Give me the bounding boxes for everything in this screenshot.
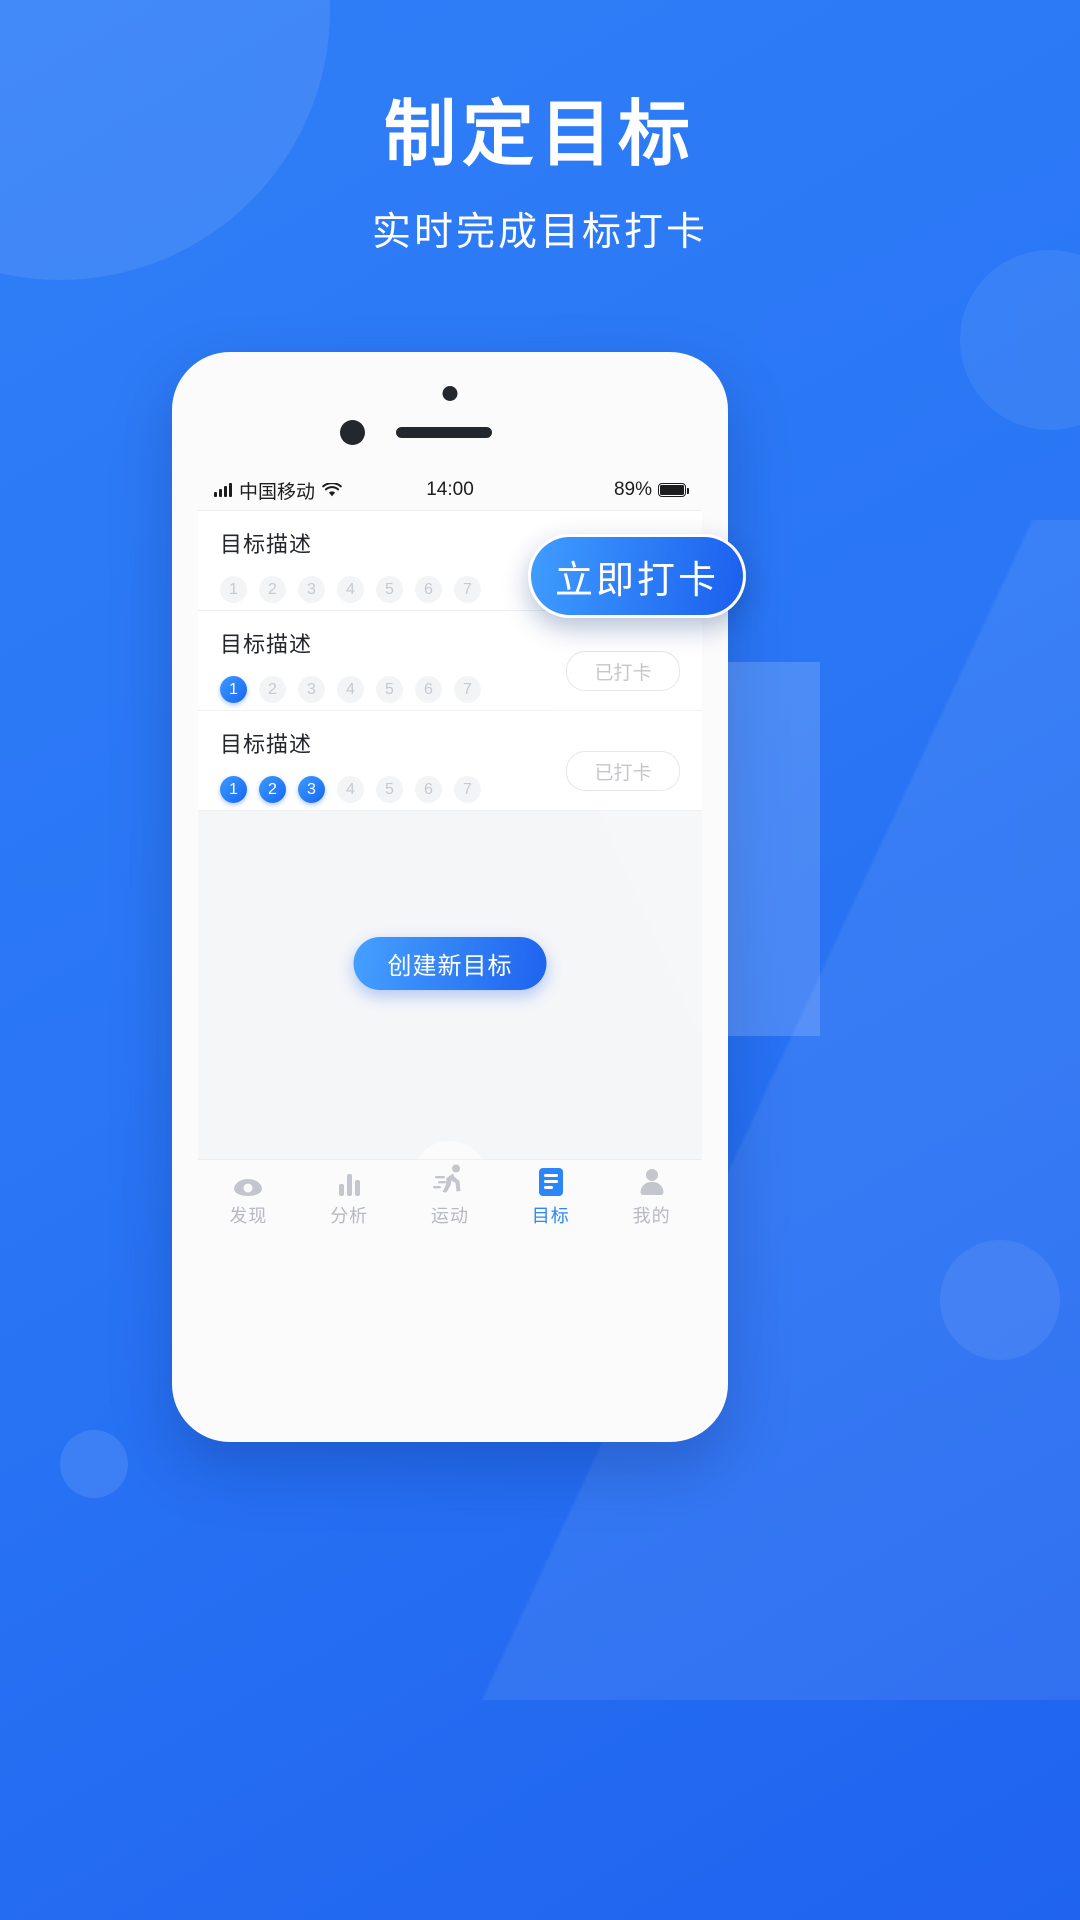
battery-percent-label: 89% bbox=[613, 479, 653, 500]
day-dot[interactable]: 4 bbox=[337, 676, 364, 703]
day-dot[interactable]: 7 bbox=[454, 576, 481, 603]
tab-item-目标[interactable]: 目标 bbox=[500, 1160, 601, 1236]
day-dot[interactable]: 6 bbox=[415, 676, 442, 703]
person-icon bbox=[639, 1168, 665, 1196]
day-dot[interactable]: 5 bbox=[376, 776, 403, 803]
checked-in-badge[interactable]: 已打卡 bbox=[566, 751, 680, 791]
day-dot[interactable]: 6 bbox=[415, 776, 442, 803]
day-dot[interactable]: 5 bbox=[376, 576, 403, 603]
tab-label: 我的 bbox=[632, 1206, 671, 1226]
day-dot[interactable]: 2 bbox=[259, 676, 286, 703]
status-bar-right: 89% bbox=[474, 479, 690, 501]
goal-card[interactable]: 目标描述 1 2 3 4 5 6 7 已打卡 bbox=[198, 611, 702, 711]
bottom-tab-bar: 发现 分析 运动 目标 我的 bbox=[198, 1159, 702, 1236]
decorative-circle-bottom-right bbox=[940, 1240, 1060, 1360]
signal-bars-icon bbox=[214, 483, 232, 497]
day-dot[interactable]: 4 bbox=[337, 776, 364, 803]
page-title: 制定目标 bbox=[383, 95, 696, 175]
day-dot[interactable]: 3 bbox=[298, 676, 325, 703]
tab-item-运动[interactable]: 运动 bbox=[400, 1160, 501, 1236]
promo-header: 制定目标 实时完成目标打卡 bbox=[0, 95, 1080, 257]
day-dot-completed[interactable]: 2 bbox=[259, 776, 286, 803]
document-icon bbox=[538, 1168, 563, 1196]
status-bar: 中国移动 14:00 89% bbox=[198, 470, 702, 511]
day-dot[interactable]: 7 bbox=[454, 776, 481, 803]
create-goal-button[interactable]: 创建新目标 bbox=[353, 937, 547, 990]
page-subtitle: 实时完成目标打卡 bbox=[371, 211, 708, 255]
tab-label: 目标 bbox=[531, 1206, 570, 1226]
runner-icon bbox=[432, 1164, 467, 1196]
day-dot[interactable]: 5 bbox=[376, 676, 403, 703]
tab-label: 分析 bbox=[330, 1206, 369, 1226]
day-dot-completed[interactable]: 3 bbox=[298, 776, 325, 803]
phone-notch bbox=[172, 380, 728, 452]
tab-label: 运动 bbox=[430, 1206, 469, 1226]
day-dot[interactable]: 7 bbox=[454, 676, 481, 703]
status-bar-left: 中国移动 bbox=[214, 477, 426, 504]
tab-item-我的[interactable]: 我的 bbox=[601, 1160, 702, 1236]
goal-card[interactable]: 目标描述 1 2 3 4 5 6 7 已打卡 bbox=[198, 711, 702, 811]
decorative-circle-bottom-left bbox=[60, 1430, 128, 1498]
eye-icon bbox=[234, 1168, 263, 1196]
check-in-now-button[interactable]: 立即打卡 bbox=[528, 534, 746, 618]
wifi-icon bbox=[322, 482, 342, 496]
day-dot[interactable]: 3 bbox=[298, 576, 325, 603]
tab-item-分析[interactable]: 分析 bbox=[299, 1160, 400, 1236]
day-dot-completed[interactable]: 1 bbox=[220, 676, 247, 703]
tab-item-发现[interactable]: 发现 bbox=[198, 1160, 299, 1236]
bar-chart-icon bbox=[338, 1168, 360, 1196]
day-dot[interactable]: 6 bbox=[415, 576, 442, 603]
status-bar-time: 14:00 bbox=[426, 479, 474, 500]
checked-in-badge[interactable]: 已打卡 bbox=[566, 651, 680, 691]
day-dot[interactable]: 4 bbox=[337, 576, 364, 603]
earpiece-speaker bbox=[396, 427, 492, 438]
battery-full-icon bbox=[658, 483, 690, 497]
phone-mockup: 中国移动 14:00 89% 目标描述 1 2 3 4 5 6 7 目标描述 1 2 3 4 5 6 7 已打卡… bbox=[172, 352, 728, 1442]
sensor-dot-icon bbox=[340, 420, 365, 445]
day-dot[interactable]: 1 bbox=[220, 576, 247, 603]
day-dot[interactable]: 2 bbox=[259, 576, 286, 603]
tab-label: 发现 bbox=[229, 1206, 268, 1226]
day-dot-completed[interactable]: 1 bbox=[220, 776, 247, 803]
front-camera-icon bbox=[442, 386, 458, 401]
carrier-label: 中国移动 bbox=[239, 481, 316, 503]
